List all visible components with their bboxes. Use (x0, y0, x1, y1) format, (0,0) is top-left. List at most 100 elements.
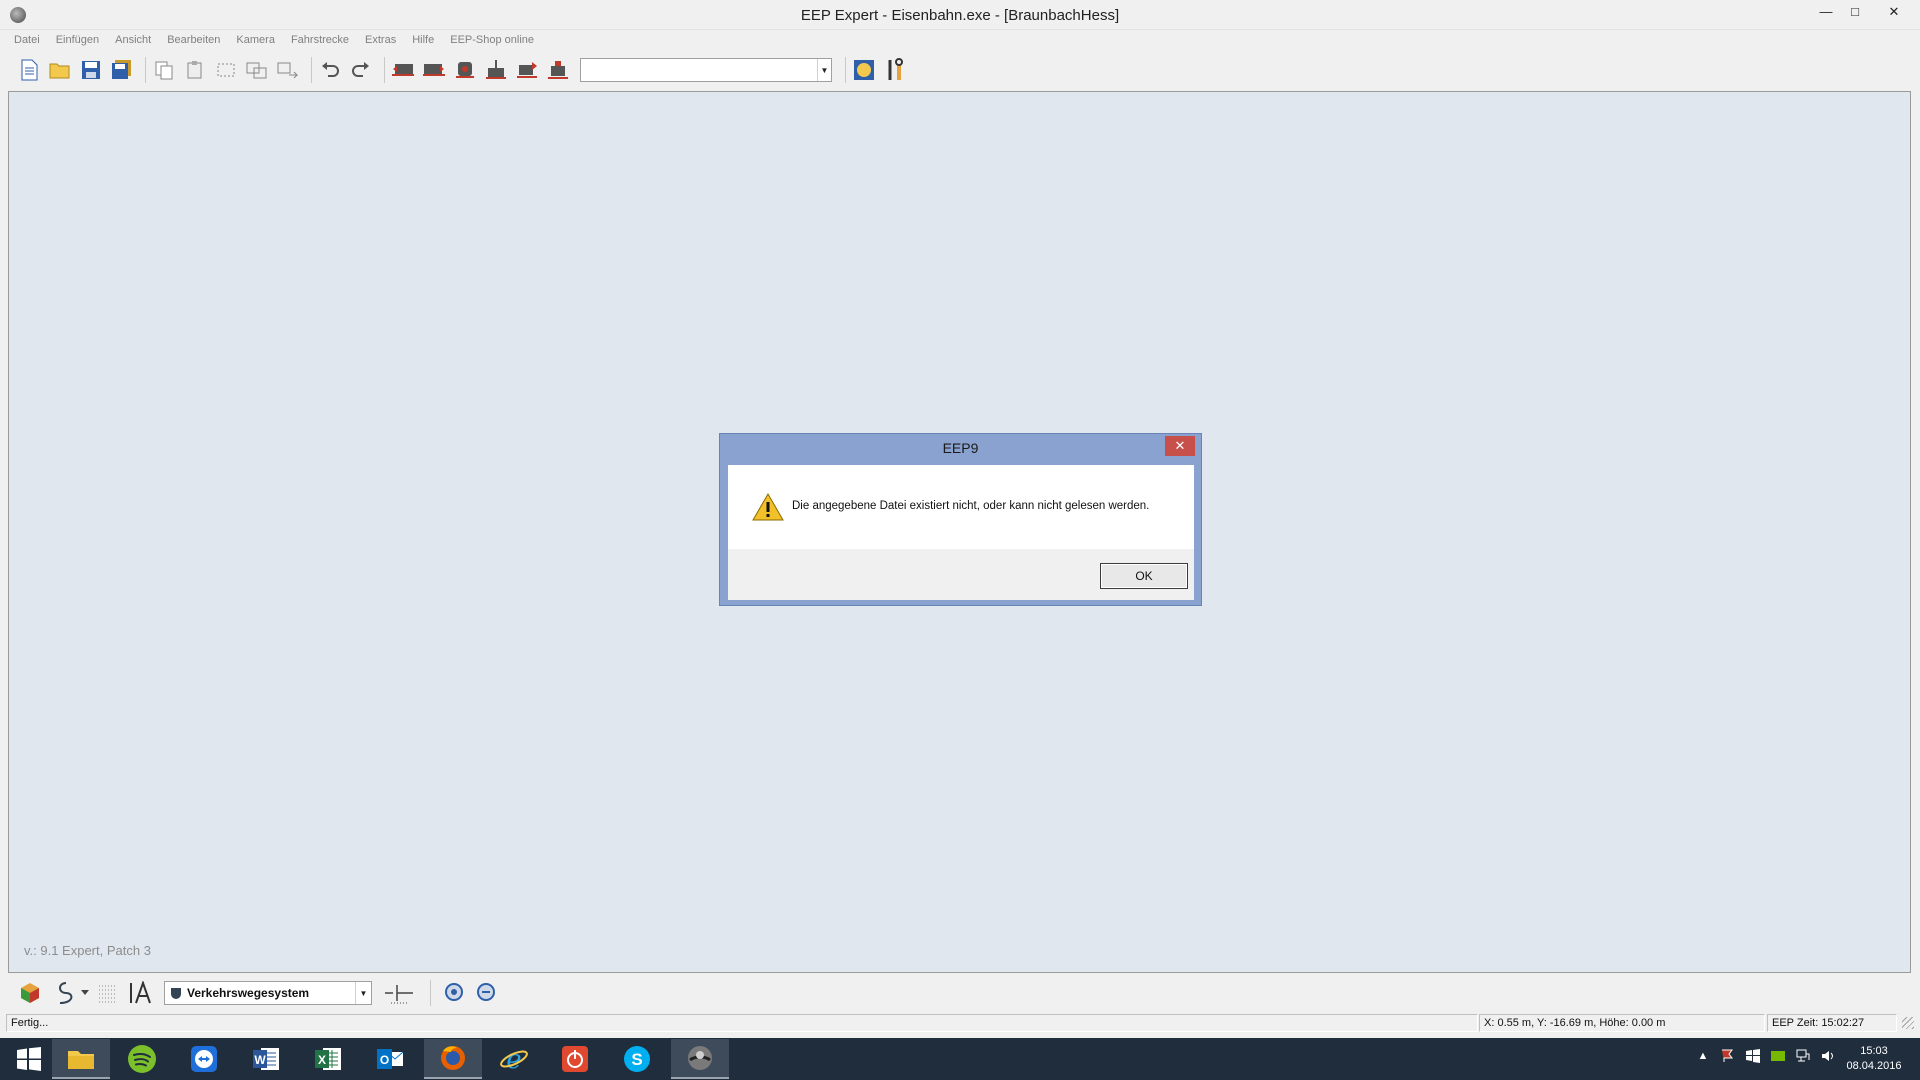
svg-text:X: X (318, 1053, 326, 1067)
zoom-out-icon[interactable] (473, 979, 501, 1007)
status-bar: Fertig... X: 0.55 m, Y: -16.69 m, Höhe: … (0, 1013, 1920, 1033)
zoom-in-icon[interactable] (441, 979, 469, 1007)
taskbar: W X O e S ▲ 15:03 08.04.2016 (0, 1038, 1920, 1080)
dialog-message: Die angegebene Datei existiert nicht, od… (792, 500, 1150, 512)
layer-select[interactable]: Verkehrswegesystem ▼ (164, 981, 372, 1005)
svg-text:e: e (506, 1045, 521, 1074)
windows-icon (17, 1047, 41, 1071)
chevron-down-icon[interactable] (80, 979, 90, 1007)
clock-date: 08.04.2016 (1846, 1060, 1902, 1072)
copy-icon[interactable] (151, 57, 177, 83)
teamviewer-icon (191, 1046, 217, 1072)
menu-kamera[interactable]: Kamera (228, 30, 283, 50)
menu-eep-shop[interactable]: EEP-Shop online (442, 30, 542, 50)
taskbar-power-app[interactable] (546, 1039, 604, 1079)
select-rect-icon[interactable] (213, 57, 239, 83)
taskbar-word[interactable]: W (237, 1039, 295, 1079)
title-bar: EEP Expert - Eisenbahn.exe - [BraunbachH… (0, 0, 1920, 30)
ok-button[interactable]: OK (1100, 563, 1188, 589)
new-file-icon[interactable] (16, 57, 42, 83)
taskbar-eep[interactable] (671, 1039, 729, 1079)
internet-explorer-icon: e (500, 1045, 528, 1074)
taskbar-clock[interactable]: 15:03 08.04.2016 (1836, 1044, 1912, 1074)
toolbar-separator (145, 57, 146, 83)
toolbar-separator (845, 57, 846, 83)
coords-readout: X: 0.55 m, Y: -16.69 m, Höhe: 0.00 m (1479, 1014, 1765, 1032)
system-tray: ▲ (1695, 1048, 1845, 1064)
duplicate-icon[interactable] (244, 57, 270, 83)
redo-icon[interactable] (348, 57, 374, 83)
taskbar-firefox[interactable] (424, 1039, 482, 1079)
window-title: EEP Expert - Eisenbahn.exe - [BraunbachH… (800, 7, 1120, 24)
toolbar-separator (430, 980, 431, 1006)
dialog-body: Die angegebene Datei existiert nicht, od… (728, 465, 1194, 600)
toolbar-combo[interactable]: ▼ (580, 58, 832, 82)
text-tool-icon[interactable] (126, 979, 154, 1007)
outlook-icon: O (377, 1049, 404, 1069)
taskbar-spotify[interactable] (113, 1039, 171, 1079)
taskbar-teamviewer[interactable] (175, 1039, 233, 1079)
menu-einfuegen[interactable]: Einfügen (48, 30, 107, 50)
train-right-icon[interactable] (421, 57, 447, 83)
chevron-down-icon[interactable]: ▼ (817, 59, 831, 81)
paste-icon[interactable] (182, 57, 208, 83)
volume-icon[interactable] (1820, 1048, 1836, 1064)
open-folder-icon[interactable] (47, 57, 73, 83)
tools-icon[interactable] (882, 57, 908, 83)
menu-extras[interactable]: Extras (357, 30, 404, 50)
network-icon[interactable] (1795, 1048, 1811, 1064)
globe-icon[interactable] (851, 57, 877, 83)
version-label: v.: 9.1 Expert, Patch 3 (24, 943, 151, 958)
undo-icon[interactable] (317, 57, 343, 83)
excel-icon: X (315, 1048, 341, 1070)
firefox-icon (441, 1046, 465, 1070)
maximize-button[interactable]: □ (1839, 2, 1871, 24)
skype-icon: S (624, 1046, 650, 1072)
layer-select-value: Verkehrswegesystem (187, 986, 310, 1000)
svg-text:S: S (631, 1050, 642, 1069)
menu-datei[interactable]: Datei (6, 30, 48, 50)
train-crane-icon[interactable] (483, 57, 509, 83)
save-all-icon[interactable] (109, 57, 135, 83)
toolbar-separator (311, 57, 312, 83)
start-button[interactable] (0, 1039, 58, 1079)
taskbar-excel[interactable]: X (299, 1039, 357, 1079)
warning-icon (752, 492, 784, 526)
error-dialog: EEP9 ✕ Die angegebene Datei existiert ni… (719, 433, 1202, 606)
save-icon[interactable] (78, 57, 104, 83)
layer-cube-icon[interactable] (16, 979, 44, 1007)
track-connect-icon[interactable] (382, 979, 416, 1007)
dialog-message-area: Die angegebene Datei existiert nicht, od… (728, 465, 1194, 549)
power-icon (562, 1046, 588, 1072)
dialog-title: EEP9 (942, 440, 979, 456)
menu-hilfe[interactable]: Hilfe (404, 30, 442, 50)
train-camera-icon[interactable] (545, 57, 571, 83)
main-toolbar: ▼ (0, 52, 1920, 88)
toolbar-separator (384, 57, 385, 83)
close-button[interactable]: ✕ (1878, 2, 1910, 24)
menu-ansicht[interactable]: Ansicht (107, 30, 159, 50)
minimize-button[interactable]: — (1810, 2, 1842, 24)
train-left-icon[interactable] (390, 57, 416, 83)
nvidia-icon[interactable] (1770, 1048, 1786, 1064)
resize-grip-icon[interactable] (1902, 1017, 1914, 1029)
svg-text:W: W (254, 1053, 266, 1067)
taskbar-outlook[interactable]: O (361, 1039, 419, 1079)
move-icon[interactable] (275, 57, 301, 83)
chevron-down-icon[interactable]: ▼ (355, 982, 371, 1004)
menu-bar: Datei Einfügen Ansicht Bearbeiten Kamera… (0, 30, 1920, 50)
train-front-icon[interactable] (452, 57, 478, 83)
flag-icon[interactable] (1720, 1048, 1736, 1064)
taskbar-skype[interactable]: S (608, 1039, 666, 1079)
taskbar-explorer[interactable] (52, 1039, 110, 1079)
track-curve-icon[interactable] (48, 979, 76, 1007)
grid-icon[interactable] (94, 979, 122, 1007)
train-arrow-icon[interactable] (514, 57, 540, 83)
windows-icon[interactable] (1745, 1048, 1761, 1064)
menu-bearbeiten[interactable]: Bearbeiten (159, 30, 228, 50)
chevron-up-icon[interactable]: ▲ (1695, 1048, 1711, 1064)
menu-fahrstrecke[interactable]: Fahrstrecke (283, 30, 357, 50)
dialog-close-button[interactable]: ✕ (1165, 436, 1195, 456)
taskbar-internet-explorer[interactable]: e (485, 1039, 543, 1079)
eep-time: EEP Zeit: 15:02:27 (1767, 1014, 1897, 1032)
